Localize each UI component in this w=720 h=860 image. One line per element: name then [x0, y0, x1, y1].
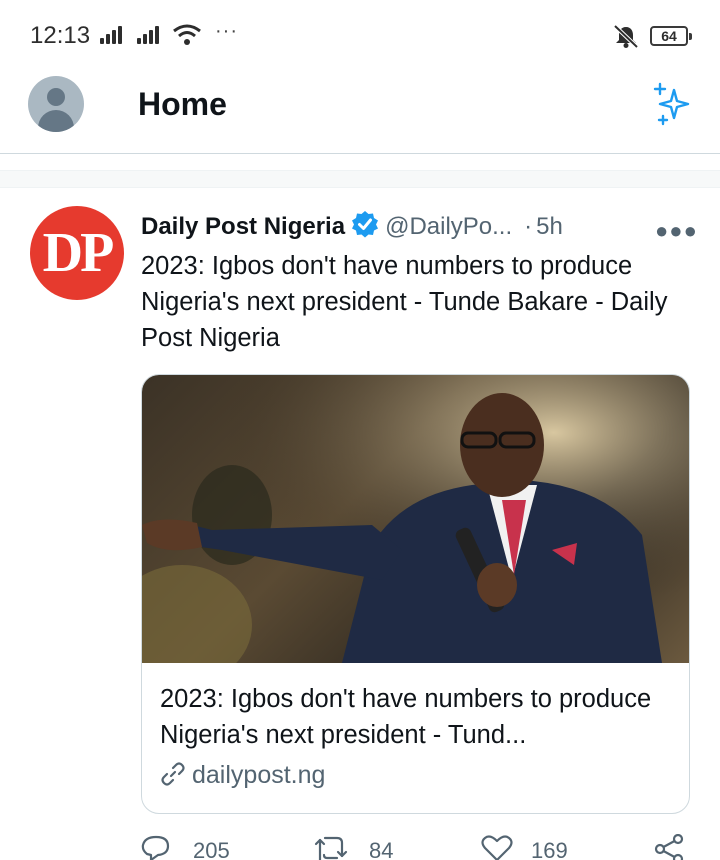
verified-badge-icon	[351, 210, 379, 245]
card-image	[142, 375, 689, 663]
timeline-divider	[0, 170, 720, 188]
tweet-time[interactable]: 5h	[536, 213, 563, 240]
page-title: Home	[138, 86, 227, 122]
card-domain-text: dailypost.ng	[192, 761, 326, 789]
tweet-text: 2023: Igbos don't have numbers to produc…	[141, 252, 668, 352]
reply-count: 205	[193, 838, 230, 860]
share-icon	[654, 834, 684, 860]
card-domain: dailypost.ng	[160, 761, 325, 794]
more-notifications-icon: ···	[215, 20, 238, 42]
status-bar: 12:13 ··· 64	[0, 0, 720, 70]
reply-icon	[141, 835, 170, 860]
vibrate-mute-icon	[612, 24, 640, 53]
signal-icon-1	[100, 26, 130, 44]
heart-icon	[481, 835, 513, 860]
retweet-count: 84	[369, 838, 394, 860]
tweet-actions: 205 84 169	[141, 832, 701, 860]
reply-button[interactable]: 205	[141, 832, 251, 860]
status-time: 12:13	[30, 22, 91, 49]
link-icon	[160, 761, 186, 794]
share-button[interactable]	[653, 832, 693, 860]
author-avatar[interactable]: DP	[30, 206, 124, 300]
retweet-button[interactable]: 84	[313, 832, 423, 860]
tweet-header: Daily Post Nigeria @DailyPo... · 5h	[141, 210, 563, 242]
profile-avatar[interactable]	[28, 76, 84, 132]
battery-indicator: 64	[650, 26, 692, 46]
author-name[interactable]: Daily Post Nigeria	[141, 213, 345, 240]
sparkle-icon[interactable]	[650, 82, 694, 131]
meta-separator: ·	[524, 213, 533, 240]
like-button[interactable]: 169	[481, 832, 591, 860]
signal-icon-2	[137, 26, 167, 44]
more-options-icon[interactable]: ●●●	[655, 218, 698, 244]
wifi-icon	[172, 24, 202, 51]
like-count: 169	[531, 838, 568, 860]
card-title: 2023: Igbos don't have numbers to produc…	[160, 685, 652, 749]
author-handle[interactable]: @DailyPo...	[385, 213, 512, 240]
retweet-icon	[314, 836, 348, 860]
app-header: Home	[0, 70, 720, 154]
avatar-logo-text: DP	[42, 222, 115, 284]
link-preview-card[interactable]: 2023: Igbos don't have numbers to produc…	[141, 374, 690, 814]
